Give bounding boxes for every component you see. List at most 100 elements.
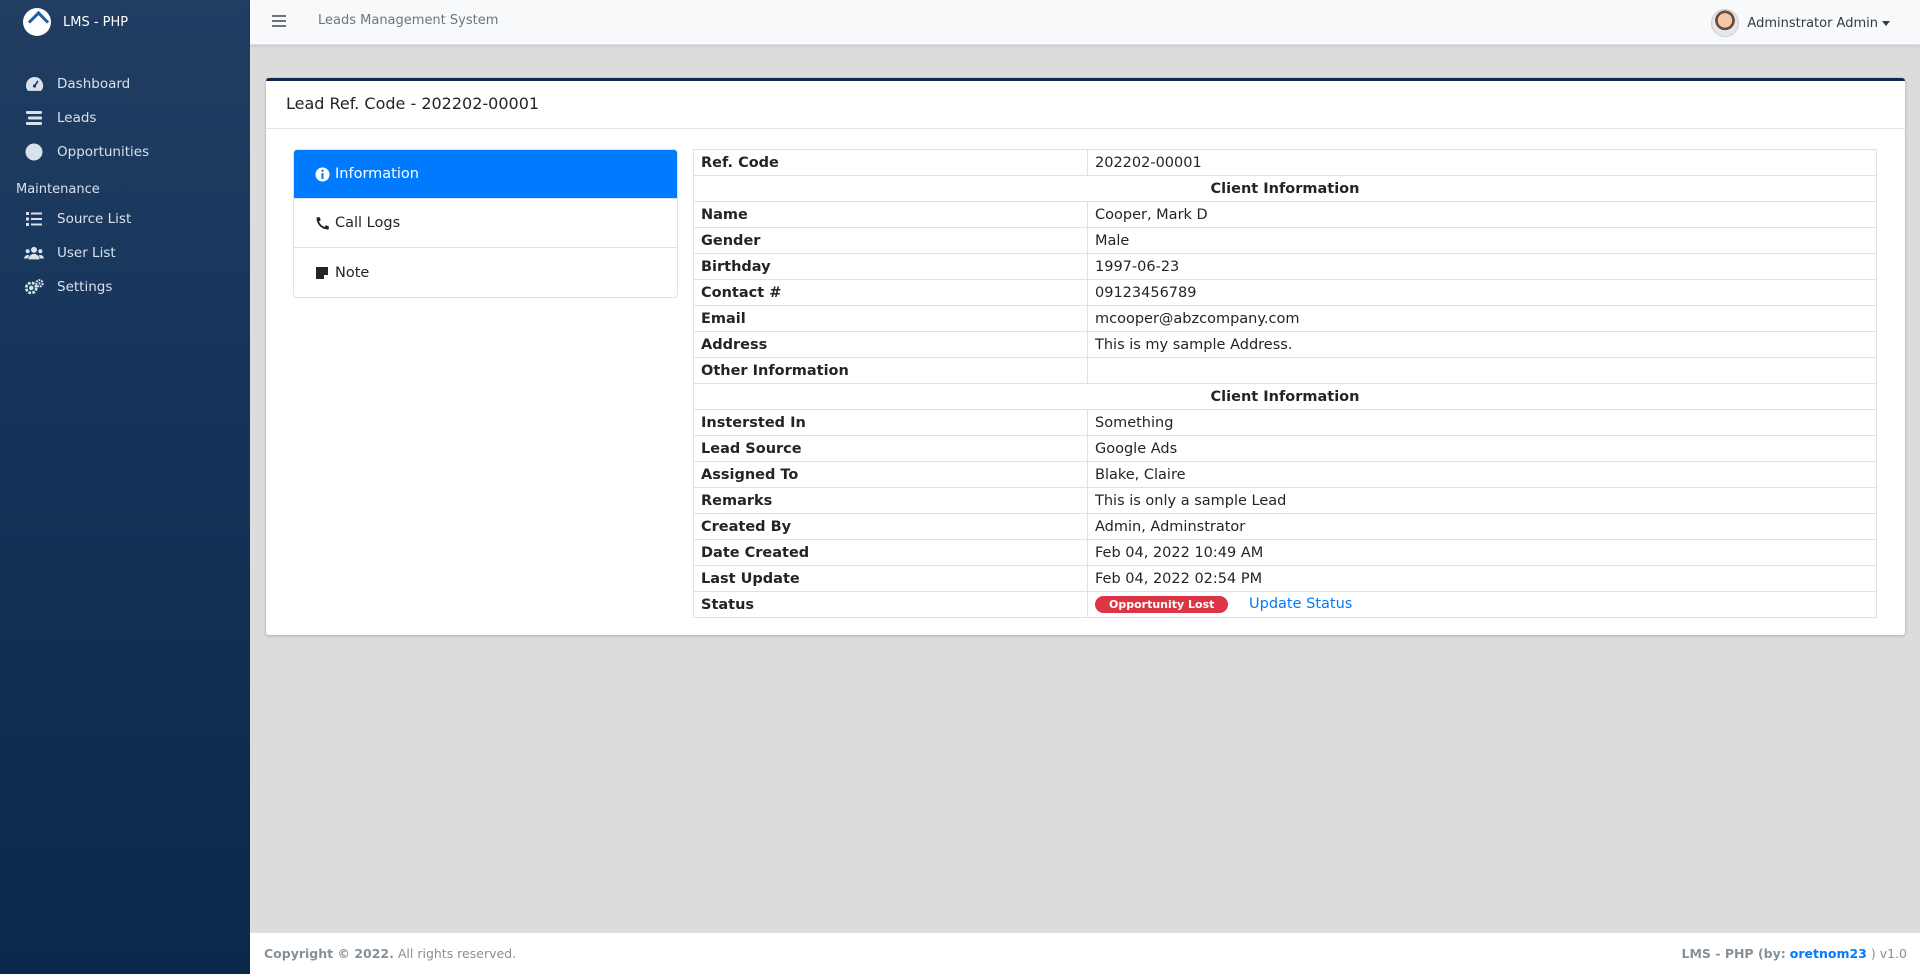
credits-prefix: LMS - PHP (by:	[1681, 946, 1786, 961]
copyright-text: Copyright © 2022.	[264, 946, 394, 961]
interested-in-value: Something	[1087, 409, 1877, 436]
birthday-label: Birthday	[693, 253, 1088, 280]
leads-icon	[24, 109, 44, 127]
table-row: Lead Source Google Ads	[693, 435, 1877, 462]
table-row: Gender Male	[693, 227, 1877, 254]
list-icon	[24, 210, 44, 228]
tab-information[interactable]: Information	[294, 150, 677, 199]
table-row: Assigned To Blake, Claire	[693, 461, 1877, 488]
contact-value: 09123456789	[1087, 279, 1877, 306]
brand-link[interactable]: LMS - PHP	[0, 0, 250, 44]
lead-tabs: Information Call Logs Note	[293, 149, 678, 298]
client-information-header: Client Information	[693, 175, 1877, 202]
sidebar-item-label: User List	[57, 245, 116, 261]
email-value: mcooper@abzcompany.com	[1087, 305, 1877, 332]
name-label: Name	[693, 201, 1088, 228]
sidebar-item-source-list[interactable]: Source List	[0, 202, 250, 236]
assigned-to-value: Blake, Claire	[1087, 461, 1877, 488]
ref-code-value: 202202-00001	[1087, 149, 1877, 176]
brand-name: LMS - PHP	[63, 14, 129, 30]
other-information-label: Other Information	[693, 357, 1088, 384]
user-dropdown[interactable]: Adminstrator Admin	[1711, 9, 1890, 37]
address-label: Address	[693, 331, 1088, 358]
maintenance-header: Maintenance	[16, 182, 100, 197]
sidebar: LMS - PHP Dashboard Leads Opportunities …	[0, 0, 250, 974]
created-by-value: Admin, Adminstrator	[1087, 513, 1877, 540]
system-title: Leads Management System	[318, 13, 499, 28]
table-row: Client Information	[693, 383, 1877, 410]
caret-down-icon	[1882, 20, 1890, 26]
contact-label: Contact #	[693, 279, 1088, 306]
sidebar-item-user-list[interactable]: User List	[0, 236, 250, 270]
last-update-label: Last Update	[693, 565, 1088, 592]
date-created-label: Date Created	[693, 539, 1088, 566]
sidebar-item-label: Dashboard	[57, 76, 131, 92]
sidebar-item-settings[interactable]: Settings	[0, 270, 250, 304]
lead-source-value: Google Ads	[1087, 435, 1877, 462]
card-title: Lead Ref. Code - 202202-00001	[266, 81, 1905, 129]
sidebar-nav: Dashboard Leads Opportunities Maintenanc…	[0, 67, 250, 304]
tab-label: Note	[335, 264, 370, 281]
sidebar-item-leads[interactable]: Leads	[0, 101, 250, 135]
sidebar-item-dashboard[interactable]: Dashboard	[0, 67, 250, 101]
sidebar-item-label: Source List	[57, 211, 132, 227]
top-navbar: Leads Management System Adminstrator Adm…	[250, 0, 1920, 45]
update-status-link[interactable]: Update Status	[1249, 596, 1352, 612]
user-name: Adminstrator Admin	[1747, 15, 1878, 31]
circle-icon	[24, 143, 44, 161]
tab-note[interactable]: Note	[294, 248, 677, 297]
ref-code-label: Ref. Code	[693, 149, 1088, 176]
sidebar-item-label: Opportunities	[57, 144, 150, 160]
brand-logo-icon	[23, 8, 51, 36]
hamburger-menu-icon[interactable]	[272, 15, 286, 27]
sidebar-item-label: Settings	[57, 279, 113, 295]
table-row: Remarks This is only a sample Lead	[693, 487, 1877, 514]
remarks-label: Remarks	[693, 487, 1088, 514]
cogs-icon	[24, 278, 44, 296]
remarks-value: This is only a sample Lead	[1087, 487, 1877, 514]
table-row: Created By Admin, Adminstrator	[693, 513, 1877, 540]
other-information-value	[1087, 357, 1877, 384]
dashboard-icon	[24, 75, 44, 93]
interested-in-label: Instersted In	[693, 409, 1088, 436]
email-label: Email	[693, 305, 1088, 332]
tab-label: Information	[335, 166, 419, 182]
table-row: Client Information	[693, 175, 1877, 202]
gender-label: Gender	[693, 227, 1088, 254]
note-icon	[314, 266, 330, 280]
status-cell: Opportunity Lost Update Status	[1087, 591, 1877, 618]
table-row: Contact # 09123456789	[693, 279, 1877, 306]
last-update-value: Feb 04, 2022 02:54 PM	[1087, 565, 1877, 592]
table-row: Date Created Feb 04, 2022 10:49 AM	[693, 539, 1877, 566]
lead-details-card: Lead Ref. Code - 202202-00001 Informatio…	[266, 78, 1905, 635]
table-row: Instersted In Something	[693, 409, 1877, 436]
sidebar-item-label: Leads	[57, 110, 97, 126]
address-value: This is my sample Address.	[1087, 331, 1877, 358]
credits-suffix: ) v1.0	[1870, 946, 1907, 961]
avatar	[1711, 9, 1740, 37]
table-row: Birthday 1997-06-23	[693, 253, 1877, 280]
gender-value: Male	[1087, 227, 1877, 254]
tab-label: Call Logs	[335, 215, 401, 231]
lead-info-table: Ref. Code 202202-00001 Client Informatio…	[693, 149, 1877, 618]
users-icon	[24, 244, 44, 262]
sidebar-item-opportunities[interactable]: Opportunities	[0, 135, 250, 169]
table-row: Other Information	[693, 357, 1877, 384]
assigned-to-label: Assigned To	[693, 461, 1088, 488]
phone-icon	[314, 216, 330, 231]
tab-call-logs[interactable]: Call Logs	[294, 199, 677, 248]
footer-credits: LMS - PHP (by: oretnom23 ) v1.0	[1682, 946, 1907, 961]
lead-source-label: Lead Source	[693, 435, 1088, 462]
lead-information-header: Client Information	[693, 383, 1877, 410]
status-label: Status	[693, 591, 1088, 618]
name-value: Cooper, Mark D	[1087, 201, 1877, 228]
status-badge: Opportunity Lost	[1095, 596, 1229, 613]
table-row: Last Update Feb 04, 2022 02:54 PM	[693, 565, 1877, 592]
birthday-value: 1997-06-23	[1087, 253, 1877, 280]
date-created-value: Feb 04, 2022 10:49 AM	[1087, 539, 1877, 566]
footer-copyright: Copyright © 2022. All rights reserved.	[264, 946, 516, 961]
author-link[interactable]: oretnom23	[1790, 946, 1867, 961]
table-row: Email mcooper@abzcompany.com	[693, 305, 1877, 332]
info-icon	[314, 167, 330, 182]
rights-text: All rights reserved.	[397, 946, 517, 961]
